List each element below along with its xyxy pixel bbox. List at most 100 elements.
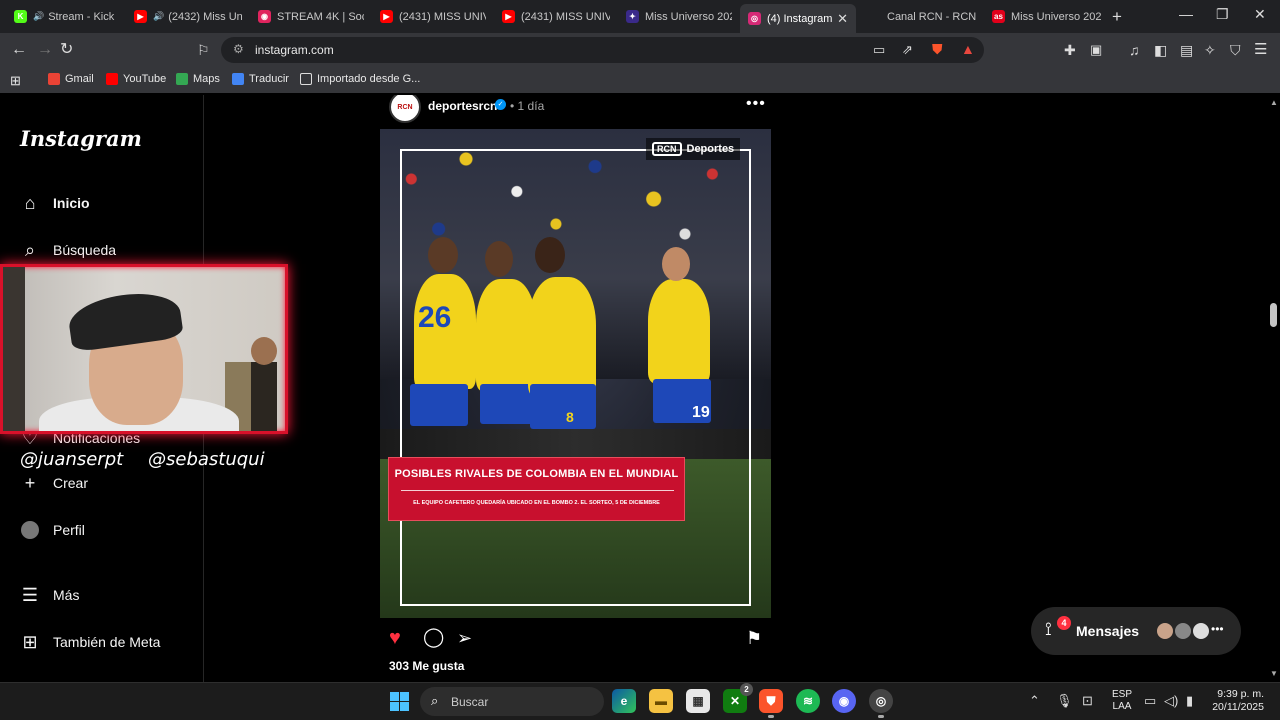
bookmark-label: Maps — [193, 73, 220, 85]
search-icon: ⌕ — [24, 239, 36, 260]
forward-icon[interactable]: → — [37, 41, 53, 59]
tab-audio-icon[interactable]: 🔊 — [153, 11, 164, 22]
windows-start-icon[interactable] — [390, 692, 409, 711]
media-icon[interactable]: ♫ — [1129, 41, 1140, 59]
likes-count[interactable]: 303 Me gusta — [389, 659, 464, 673]
bookmark-maps[interactable]: Maps — [176, 73, 220, 85]
nav-home[interactable]: ⌂ Inicio — [20, 193, 90, 213]
menu-icon[interactable]: ☰ — [1254, 41, 1267, 59]
close-window-button[interactable]: ✕ — [1254, 6, 1266, 23]
browser-tab[interactable]: K 🔊 Stream - Kick I — [6, 4, 118, 29]
browser-tab[interactable]: Canal RCN - RCN S — [860, 4, 976, 29]
tab-favicon-icon: ▶ — [502, 10, 515, 23]
new-tab-button[interactable]: + — [1112, 7, 1122, 27]
search-icon: ⌕ — [431, 693, 439, 708]
page-scrollbar[interactable]: ▲ ▼ — [1268, 95, 1280, 682]
bookmark-youtube[interactable]: YouTube — [106, 73, 166, 85]
headline-banner: POSIBLES RIVALES DE COLOMBIA EN EL MUNDI… — [388, 457, 685, 521]
rcn-logo-icon: RCN — [652, 142, 682, 156]
taskbar-search[interactable]: ⌕ Buscar — [420, 687, 604, 716]
sidebar-toggle-icon[interactable]: ◧ — [1154, 41, 1167, 59]
minimize-button[interactable]: — — [1179, 6, 1193, 22]
tab-title: (2431) MISS UNIV — [521, 10, 610, 23]
site-settings-icon[interactable]: ⚙ — [233, 42, 244, 56]
like-heart-icon[interactable]: ♥ — [389, 627, 401, 649]
extensions-icon[interactable]: ✚ — [1064, 41, 1076, 59]
store-icon[interactable]: ▦ — [686, 689, 710, 713]
contact-avatar — [1173, 621, 1193, 641]
apps-grid-icon[interactable]: ⊞ — [10, 73, 21, 89]
nav-create[interactable]: + Crear — [20, 473, 88, 493]
scrollbar-thumb[interactable] — [1270, 303, 1277, 327]
vpn-icon[interactable]: ⛉ — [1230, 41, 1241, 59]
spotify-icon[interactable]: ≋ — [796, 689, 820, 713]
browser-tab[interactable]: ▶ (2431) MISS UNIV — [494, 4, 610, 29]
bookmark-page-icon[interactable]: ⚐ — [197, 41, 210, 59]
url-text[interactable]: instagram.com — [255, 43, 334, 57]
system-clock[interactable]: 9:39 p. m. 20/11/2025 — [1206, 688, 1264, 714]
browser-tab[interactable]: ▶ (2431) MISS UNIV — [372, 4, 486, 29]
bookmark-folder-imported[interactable]: Importado desde G... — [300, 73, 420, 85]
browser-tab[interactable]: as Miss Universo 202 — [984, 4, 1102, 29]
file-explorer-icon[interactable]: ▬ — [649, 689, 673, 713]
browser-tab[interactable]: ◉ STREAM 4K | Socia — [250, 4, 364, 29]
nav-also-from-meta[interactable]: ⊞ También de Meta — [20, 632, 160, 652]
browser-tab[interactable]: ✦ Miss Universo 202 — [618, 4, 732, 29]
screenshot-icon[interactable]: ▣ — [1090, 41, 1102, 59]
unread-badge: 4 — [1057, 616, 1071, 630]
bookmark-translate[interactable]: Traducir — [232, 73, 289, 85]
address-bar[interactable]: ⚙ instagram.com ▭ ⇗ ⛊ ▲ — [221, 37, 984, 63]
nav-more[interactable]: ☰ Más — [20, 584, 80, 605]
tab-title: (2431) MISS UNIV — [399, 10, 486, 23]
headline-text: POSIBLES RIVALES DE COLOMBIA EN EL MUNDI… — [394, 468, 679, 480]
xbox-icon[interactable]: ✕ 2 — [723, 683, 753, 713]
instagram-logo[interactable]: Instagram — [20, 126, 142, 151]
leo-ai-icon[interactable]: ✧ — [1204, 41, 1216, 59]
reload-icon[interactable]: ↻ — [60, 41, 73, 59]
hamburger-icon: ☰ — [21, 584, 39, 605]
brave-browser-icon[interactable]: ⛊ — [759, 689, 783, 718]
close-tab-icon[interactable]: ✕ — [837, 11, 848, 27]
comment-icon[interactable]: ◯ — [423, 627, 444, 649]
app-tray-icon[interactable]: ⊡ — [1082, 693, 1093, 709]
home-icon: ⌂ — [24, 192, 36, 213]
edge-icon[interactable]: e — [612, 689, 636, 713]
discord-icon[interactable]: ◉ — [832, 689, 856, 713]
volume-icon[interactable]: ◁) — [1164, 693, 1178, 709]
back-icon[interactable]: ← — [11, 41, 27, 59]
tab-audio-icon[interactable]: 🔊 — [33, 11, 44, 22]
language-indicator[interactable]: ESP LAA — [1112, 689, 1132, 713]
tab-title: Canal RCN - RCN S — [887, 10, 976, 23]
more-options-icon[interactable]: ••• — [746, 95, 766, 113]
meta-apps-icon: ⊞ — [22, 631, 38, 652]
share-icon[interactable]: ⇗ — [902, 41, 913, 59]
nav-profile[interactable]: Perfil — [20, 520, 85, 540]
xbox-badge: 2 — [740, 683, 753, 696]
maximize-button[interactable]: ❐ — [1216, 6, 1229, 23]
post-author-avatar[interactable]: RCN — [389, 95, 421, 123]
messages-button[interactable]: ⟟ 4 Mensajes ••• — [1031, 607, 1241, 655]
browser-tab[interactable]: ◎ (4) Instagram ✕ — [740, 4, 856, 33]
obs-icon[interactable]: ◎ — [869, 689, 893, 718]
wallet-icon[interactable]: ▤ — [1180, 41, 1193, 59]
brand-label: Deportes — [686, 143, 735, 155]
brave-rewards-icon[interactable]: ▲ — [961, 40, 975, 58]
microphone-icon[interactable]: 🎙 — [1056, 693, 1073, 709]
contact-avatar — [1155, 621, 1175, 641]
stream-handle-left: @juanserpt — [20, 449, 124, 470]
bookmark-gmail[interactable]: Gmail — [48, 73, 94, 85]
post-username[interactable]: deportesrcn — [428, 99, 497, 113]
network-icon[interactable]: ▭ — [1144, 693, 1156, 709]
tray-overflow-icon[interactable]: ⌃ — [1029, 693, 1040, 709]
scroll-down-icon[interactable]: ▼ — [1270, 669, 1278, 678]
battery-icon[interactable]: ▮ — [1186, 693, 1193, 709]
contact-avatar — [1191, 621, 1211, 641]
scroll-up-icon[interactable]: ▲ — [1270, 98, 1278, 107]
cast-icon[interactable]: ▭ — [873, 41, 885, 59]
brave-shields-icon[interactable]: ⛊ — [932, 40, 943, 58]
post-image[interactable]: 26 19 8 RCN Deportes POSIBLES RIVALES DE… — [380, 129, 771, 618]
browser-tab[interactable]: ▶ 🔊 (2432) Miss Un — [126, 4, 242, 29]
save-bookmark-icon[interactable]: ⚑ — [746, 627, 762, 649]
nav-search[interactable]: ⌕ Búsqueda — [20, 240, 116, 260]
share-send-icon[interactable]: ➢ — [457, 627, 472, 649]
